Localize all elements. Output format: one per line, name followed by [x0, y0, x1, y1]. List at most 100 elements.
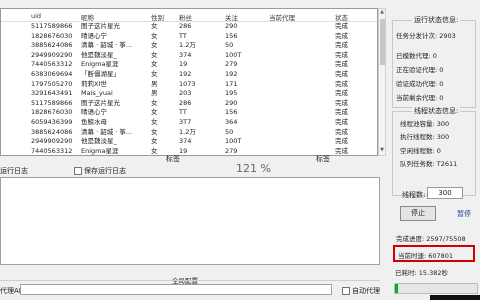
- table-cell: 清幕 · 韶城 · 筝...: [81, 41, 133, 50]
- table-cell: 完成: [335, 70, 348, 78]
- table-cell: Mais_yuai: [81, 89, 113, 98]
- fetched-proxies: 已模数代理: 0: [396, 52, 437, 60]
- checkbox-icon[interactable]: [74, 167, 82, 175]
- thread-count-input[interactable]: 300: [427, 187, 463, 199]
- thread-count-label: 线程数:: [402, 191, 426, 199]
- col-follow[interactable]: 关注: [225, 12, 238, 22]
- table-cell: 5117589866: [31, 22, 73, 30]
- table-cell: 195: [225, 89, 238, 98]
- table-cell: 鱼鲸水母: [81, 118, 107, 126]
- percent-overlay: 121 %: [236, 162, 271, 175]
- scrollbar-thumb[interactable]: [380, 19, 385, 65]
- table-cell: 3291643491: [31, 89, 73, 98]
- results-table[interactable]: uid 昵称 性别 粉丝 关注 当前代理 状态 5117589866 图子这片星光…: [0, 8, 378, 156]
- table-cell: 女: [151, 98, 158, 107]
- table-cell: 1828676030: [31, 31, 73, 40]
- col-gender[interactable]: 性别: [151, 12, 164, 22]
- config-divider: [0, 280, 380, 281]
- table-cell: 完成: [335, 118, 348, 126]
- auto-proxy-checkbox[interactable]: 自动代理: [342, 286, 380, 296]
- table-cell: 286: [179, 22, 192, 30]
- stop-button[interactable]: 停止: [400, 206, 436, 221]
- table-cell: 7440563312: [31, 146, 73, 155]
- table-cell: 290: [225, 22, 238, 30]
- table-cell: TT: [179, 108, 187, 117]
- table-row[interactable]: 2949909290 他是魏淡星_ 女 374 100T 完成: [1, 51, 377, 60]
- table-cell: 5117589866: [31, 98, 73, 107]
- table-cell: 192: [179, 70, 192, 78]
- table-cell: 1797505270: [31, 79, 73, 88]
- table-cell: 晴语心宁: [81, 31, 107, 40]
- col-proxy[interactable]: 当前代理: [269, 12, 295, 22]
- progress-bar: [394, 283, 478, 294]
- table-cell: 完成: [335, 60, 348, 69]
- table-cell: 完成: [335, 22, 348, 30]
- table-cell: 女: [151, 70, 158, 78]
- table-row[interactable]: 5117589866 图子这片星光 女 286 290 完成: [1, 99, 377, 108]
- table-cell: 女: [151, 108, 158, 117]
- table-row[interactable]: 1828676030 晴语心宁 女 TT 156 完成: [1, 108, 377, 117]
- table-cell: 1073: [179, 79, 196, 88]
- proxy-api-input[interactable]: [20, 284, 332, 295]
- col-uid[interactable]: uid: [31, 12, 41, 20]
- log-area[interactable]: [0, 177, 380, 265]
- table-row[interactable]: 7440563312 Enigma星涯 女 19 279 完成: [1, 60, 377, 69]
- table-cell: 374: [179, 50, 192, 59]
- save-log-checkbox[interactable]: 保存运行日志: [74, 166, 126, 176]
- table-cell: 女: [151, 127, 158, 136]
- scroll-down-icon[interactable]: ▼: [379, 147, 385, 155]
- col-nickname[interactable]: 昵称: [81, 12, 94, 22]
- table-cell: 男: [151, 89, 158, 98]
- table-row[interactable]: 5117589866 图子这片星光 女 286 290 完成: [1, 22, 377, 31]
- table-cell: 7440563312: [31, 60, 73, 69]
- table-cell: 279: [225, 60, 238, 69]
- table-row[interactable]: 1797505270 莉莉XI世 男 1073 171 完成: [1, 80, 377, 89]
- table-cell: 男: [151, 79, 158, 88]
- table-cell: 374: [179, 137, 192, 146]
- table-cell: 19: [179, 60, 188, 69]
- pause-link[interactable]: 暂停: [457, 209, 471, 219]
- taskbar-strip: [430, 295, 480, 300]
- col-status[interactable]: 状态: [335, 12, 348, 22]
- remaining-proxies: 当前剩余代理: 0: [396, 94, 444, 102]
- run-log-label: 运行日志: [0, 166, 28, 176]
- table-cell: 1.2万: [179, 41, 196, 50]
- table-cell: 156: [225, 31, 238, 40]
- table-row[interactable]: 6383069694 「断僵湖星」 女 192 192 完成: [1, 70, 377, 79]
- table-cell: 100T: [225, 50, 242, 59]
- col-fans[interactable]: 粉丝: [179, 12, 192, 22]
- table-cell: 完成: [335, 79, 348, 88]
- table-cell: 6383069694: [31, 70, 73, 78]
- run-log-text: 运行日志: [0, 167, 28, 175]
- table-scrollbar[interactable]: ▲ ▼: [378, 8, 386, 156]
- table-row[interactable]: 2949909290 他是魏淡星_ 女 374 100T 完成: [1, 137, 377, 146]
- table-cell: 19: [179, 146, 188, 155]
- executing-threads: 执行线程数: 300: [400, 133, 450, 141]
- table-row[interactable]: 6059436399 鱼鲸水母 女 3T7 364 完成: [1, 118, 377, 127]
- queue-tasks: 队列任务数: T2611: [400, 160, 458, 168]
- task-count: 任务分发计次: 2903: [396, 32, 456, 40]
- table-cell: 女: [151, 118, 158, 126]
- table-cell: 女: [151, 31, 158, 40]
- tag-label-1: 标签: [166, 155, 180, 163]
- table-row[interactable]: 3885624086 清幕 · 韶城 · 筝... 女 1.2万 50 完成: [1, 41, 377, 50]
- table-cell: 3885624086: [31, 127, 73, 136]
- table-cell: Enigma星涯: [81, 60, 119, 69]
- verifying-proxies: 正在验证代理: 0: [396, 66, 444, 74]
- table-cell: Enigma星涯: [81, 146, 119, 155]
- table-cell: 完成: [335, 108, 348, 117]
- tag-label-2: 标签: [316, 155, 330, 163]
- table-cell: 完成: [335, 98, 348, 107]
- table-row[interactable]: 3885624086 清幕 · 韶城 · 筝... 女 1.2万 50 完成: [1, 128, 377, 137]
- progress-text: 完成进度: 2597/75508: [396, 235, 466, 243]
- checkbox-icon[interactable]: [342, 287, 350, 295]
- scroll-up-icon[interactable]: ▲: [379, 9, 385, 17]
- run-status-title: 运行状态信息:: [412, 15, 461, 25]
- elapsed-time: 已耗时: 15.382秒: [395, 269, 448, 277]
- table-row[interactable]: 3291643491 Mais_yuai 男 203 195 完成: [1, 89, 377, 98]
- auto-proxy-text: 自动代理: [352, 287, 380, 295]
- table-row[interactable]: 1828676030 晴语心宁 女 TT 156 完成: [1, 32, 377, 41]
- table-cell: 完成: [335, 127, 348, 136]
- table-cell: 171: [225, 79, 238, 88]
- table-cell: 100T: [225, 137, 242, 146]
